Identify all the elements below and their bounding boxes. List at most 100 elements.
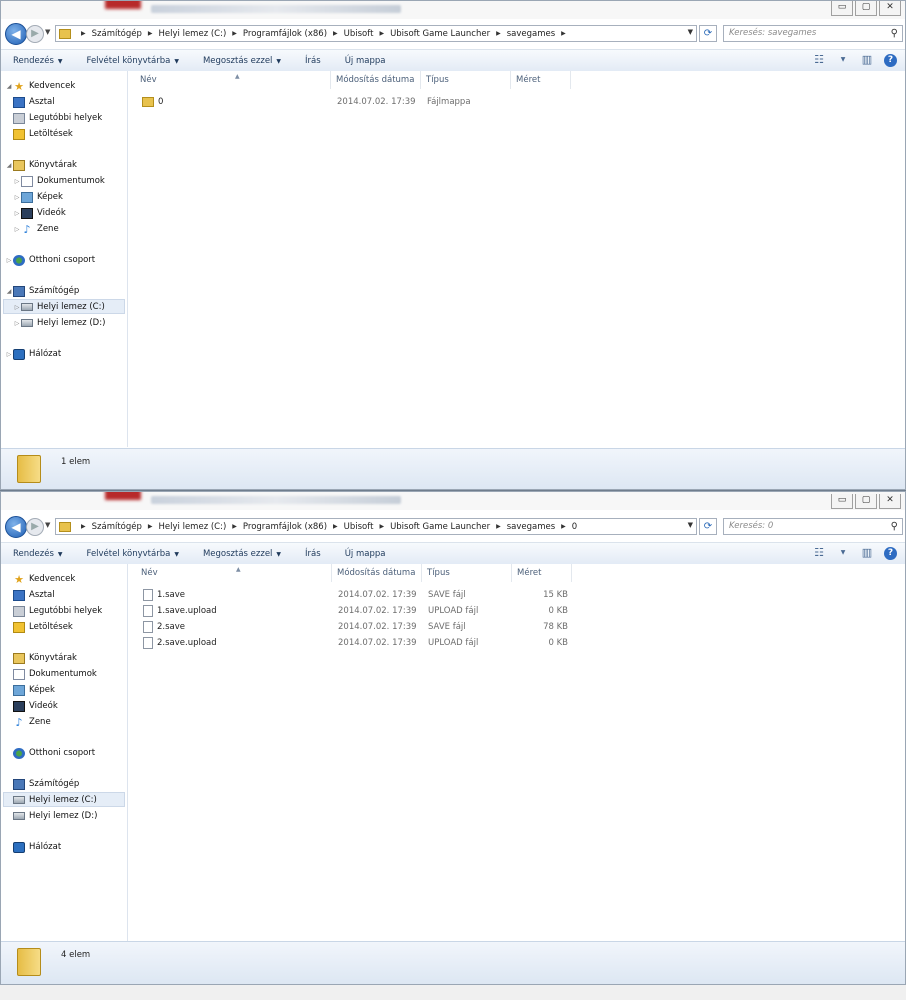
breadcrumb-item[interactable]: Számítógép — [92, 29, 142, 39]
recent-pages-dropdown[interactable]: ▼ — [45, 521, 50, 529]
burn-button[interactable]: Írás — [293, 549, 333, 559]
expand-arrow-icon[interactable]: ▷ — [13, 178, 21, 185]
nav-pictures[interactable]: ▷ Képek — [13, 190, 63, 204]
nav-libraries[interactable]: ◢ Könyvtárak — [5, 158, 77, 172]
column-header-size[interactable]: Méret — [512, 564, 572, 582]
address-history-dropdown[interactable]: ▼ — [688, 521, 693, 529]
share-with-button[interactable]: Megosztás ezzel ▼ — [191, 56, 293, 66]
breadcrumb-item[interactable]: Programfájlok (x86) — [243, 522, 327, 532]
back-button[interactable]: ◀ — [5, 516, 27, 538]
chevron-right-icon[interactable]: ▶ — [81, 30, 86, 37]
column-header-name[interactable]: Név ▲ — [136, 564, 332, 582]
chevron-right-icon[interactable]: ▶ — [232, 30, 237, 37]
nav-favorites[interactable]: ★ Kedvencek — [5, 572, 75, 586]
address-history-dropdown[interactable]: ▼ — [688, 28, 693, 36]
nav-documents[interactable]: Dokumentumok — [13, 667, 97, 681]
expand-arrow-icon[interactable]: ◢ — [5, 83, 13, 90]
nav-downloads[interactable]: Letöltések — [13, 127, 73, 141]
column-header-modified[interactable]: Módosítás dátuma — [331, 71, 421, 89]
search-input[interactable]: Keresés: 0 ⚲ — [723, 518, 903, 535]
nav-drive-d[interactable]: Helyi lemez (D:) — [13, 809, 97, 823]
chevron-right-icon[interactable]: ▶ — [379, 523, 384, 530]
nav-libraries[interactable]: Könyvtárak — [5, 651, 77, 665]
nav-computer[interactable]: ◢ Számítógép — [5, 284, 79, 298]
back-button[interactable]: ◀ — [5, 23, 27, 45]
preview-pane-icon[interactable]: ▥ — [860, 546, 874, 560]
include-in-library-button[interactable]: Felvétel könyvtárba ▼ — [75, 549, 191, 559]
nav-videos[interactable]: Videók — [13, 699, 58, 713]
chevron-right-icon[interactable]: ▶ — [232, 523, 237, 530]
forward-button[interactable]: ▶ — [26, 25, 44, 43]
chevron-right-icon[interactable]: ▶ — [333, 30, 338, 37]
search-input[interactable]: Keresés: savegames ⚲ — [723, 25, 903, 42]
nav-drive-d[interactable]: ▷ Helyi lemez (D:) — [13, 316, 106, 330]
table-row[interactable]: 1.save 2014.07.02. 17:39 SAVE fájl 15 KB — [128, 587, 578, 603]
breadcrumb-item[interactable]: Ubisoft Game Launcher — [390, 522, 490, 532]
nav-recent-places[interactable]: Legutóbbi helyek — [13, 604, 102, 618]
help-icon[interactable]: ? — [884, 546, 897, 560]
nav-homegroup[interactable]: ▷ Otthoni csoport — [5, 253, 95, 267]
nav-drive-c[interactable]: Helyi lemez (C:) — [13, 793, 97, 807]
include-in-library-button[interactable]: Felvétel könyvtárba ▼ — [75, 56, 191, 66]
expand-arrow-icon[interactable]: ◢ — [5, 288, 13, 295]
breadcrumb-item[interactable]: Ubisoft — [344, 522, 374, 532]
breadcrumb-item[interactable]: Ubisoft Game Launcher — [390, 29, 490, 39]
help-icon[interactable]: ? — [884, 53, 897, 67]
breadcrumb-item[interactable]: savegames — [507, 29, 555, 39]
search-icon[interactable]: ⚲ — [891, 519, 898, 534]
breadcrumb-item[interactable]: Ubisoft — [344, 29, 374, 39]
close-button[interactable]: ✕ — [879, 1, 901, 16]
chevron-right-icon[interactable]: ▶ — [81, 523, 86, 530]
burn-button[interactable]: Írás — [293, 56, 333, 66]
column-header-type[interactable]: Típus — [421, 71, 511, 89]
breadcrumb-item[interactable]: Számítógép — [92, 522, 142, 532]
nav-network[interactable]: ▷ Hálózat — [5, 347, 61, 361]
address-bar[interactable]: ▶ Számítógép ▶ Helyi lemez (C:) ▶ Programf… — [55, 518, 697, 535]
expand-arrow-icon[interactable]: ▷ — [13, 320, 21, 327]
nav-drive-c[interactable]: ▷ Helyi lemez (C:) — [13, 300, 105, 314]
preview-pane-icon[interactable]: ▥ — [860, 53, 874, 67]
expand-arrow-icon[interactable]: ◢ — [5, 162, 13, 169]
chevron-right-icon[interactable]: ▶ — [561, 30, 566, 37]
nav-downloads[interactable]: Letöltések — [13, 620, 73, 634]
forward-button[interactable]: ▶ — [26, 518, 44, 536]
nav-desktop[interactable]: Asztal — [13, 588, 55, 602]
nav-documents[interactable]: ▷ Dokumentumok — [13, 174, 105, 188]
nav-videos[interactable]: ▷ Videók — [13, 206, 66, 220]
minimize-button[interactable]: ▭ — [831, 494, 853, 509]
expand-arrow-icon[interactable]: ▷ — [13, 226, 21, 233]
refresh-button[interactable]: ⟳ — [699, 25, 717, 42]
breadcrumb-item[interactable]: Programfájlok (x86) — [243, 29, 327, 39]
expand-arrow-icon[interactable]: ▷ — [13, 304, 21, 311]
refresh-button[interactable]: ⟳ — [699, 518, 717, 535]
expand-arrow-icon[interactable]: ▷ — [5, 257, 13, 264]
view-options-icon[interactable]: ☷ — [812, 53, 826, 67]
chevron-right-icon[interactable]: ▶ — [561, 523, 566, 530]
column-header-size[interactable]: Méret — [511, 71, 571, 89]
expand-arrow-icon[interactable]: ▷ — [13, 210, 21, 217]
chevron-right-icon[interactable]: ▶ — [148, 523, 153, 530]
view-options-icon[interactable]: ☷ — [812, 546, 826, 560]
chevron-right-icon[interactable]: ▶ — [496, 30, 501, 37]
chevron-down-icon[interactable]: ▼ — [836, 546, 850, 560]
share-with-button[interactable]: Megosztás ezzel ▼ — [191, 549, 293, 559]
chevron-right-icon[interactable]: ▶ — [333, 523, 338, 530]
breadcrumb-item[interactable]: Helyi lemez (C:) — [159, 29, 227, 39]
organize-button[interactable]: Rendezés ▼ — [1, 549, 75, 559]
expand-arrow-icon[interactable]: ▷ — [13, 194, 21, 201]
minimize-button[interactable]: ▭ — [831, 1, 853, 16]
chevron-right-icon[interactable]: ▶ — [148, 30, 153, 37]
nav-network[interactable]: Hálózat — [5, 840, 61, 854]
table-row[interactable]: 2.save 2014.07.02. 17:39 SAVE fájl 78 KB — [128, 619, 578, 635]
nav-music[interactable]: ♪ Zene — [13, 715, 50, 729]
nav-pictures[interactable]: Képek — [13, 683, 55, 697]
expand-arrow-icon[interactable]: ▷ — [5, 351, 13, 358]
nav-favorites[interactable]: ◢ ★ Kedvencek — [5, 79, 76, 93]
nav-computer[interactable]: Számítógép — [5, 777, 79, 791]
breadcrumb-item[interactable]: Helyi lemez (C:) — [159, 522, 227, 532]
address-bar[interactable]: ▶ Számítógép ▶ Helyi lemez (C:) ▶ Programf… — [55, 25, 697, 42]
column-header-type[interactable]: Típus — [422, 564, 512, 582]
new-folder-button[interactable]: Új mappa — [333, 549, 398, 559]
maximize-button[interactable]: ▢ — [855, 1, 877, 16]
breadcrumb-item[interactable]: 0 — [572, 522, 577, 532]
